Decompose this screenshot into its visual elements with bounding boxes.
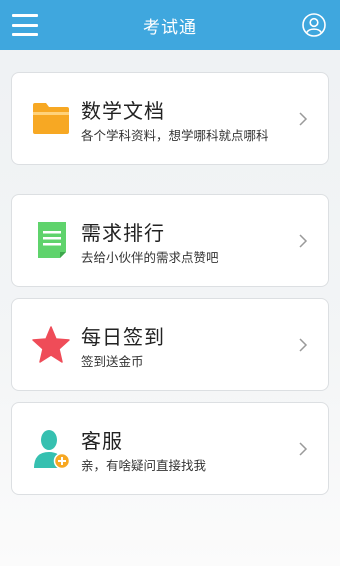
customer-service-card[interactable]: 客服 亲，有啥疑问直接找我 (11, 402, 329, 495)
star-icon (32, 326, 70, 363)
support-agent-icon (34, 430, 71, 470)
chevron-right-icon (299, 442, 308, 456)
folder-icon (33, 103, 69, 134)
card-title: 数学文档 (81, 99, 165, 123)
chevron-right-icon (299, 112, 308, 126)
card-title: 客服 (81, 429, 123, 453)
page-title: 考试通 (143, 17, 197, 38)
daily-checkin-card[interactable]: 每日签到 签到送金币 (11, 298, 329, 391)
chevron-right-icon (299, 234, 308, 248)
app-header: 考试通 (0, 0, 340, 50)
card-description: 签到送金币 (81, 354, 144, 369)
document-icon (38, 222, 66, 258)
user-profile-icon[interactable] (302, 13, 326, 37)
card-description: 亲，有啥疑问直接找我 (81, 458, 207, 473)
menu-icon[interactable] (12, 14, 38, 36)
card-description: 去给小伙伴的需求点赞吧 (81, 250, 219, 265)
chevron-right-icon (299, 338, 308, 352)
card-title: 需求排行 (81, 221, 165, 245)
card-title: 每日签到 (81, 325, 165, 349)
card-description: 各个学科资料，想学哪科就点哪科 (81, 128, 269, 143)
request-ranking-card[interactable]: 需求排行 去给小伙伴的需求点赞吧 (11, 194, 329, 287)
math-docs-card[interactable]: 数学文档 各个学科资料，想学哪科就点哪科 (11, 72, 329, 165)
